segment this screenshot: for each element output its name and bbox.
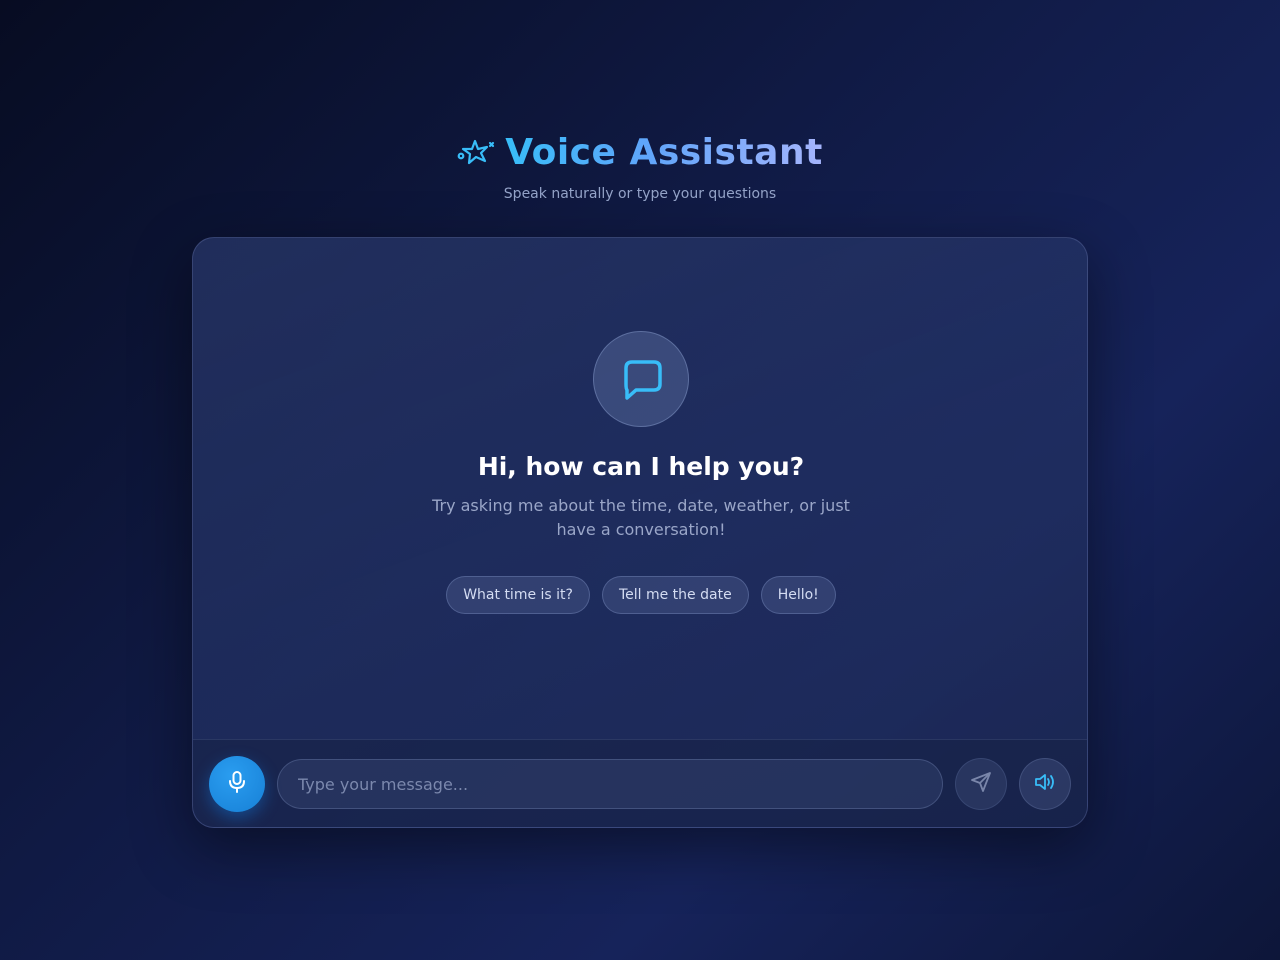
page-subtitle: Speak naturally or type your questions — [503, 186, 777, 202]
suggestion-chip-date[interactable]: Tell me the date — [601, 576, 749, 614]
microphone-button[interactable] — [209, 756, 265, 812]
message-input[interactable] — [277, 759, 943, 809]
input-bar — [193, 739, 1087, 827]
speaker-button[interactable] — [1019, 758, 1071, 810]
speaker-icon — [1034, 772, 1056, 796]
welcome-title: Hi, how can I help you? — [477, 452, 805, 481]
sparkle-icon — [457, 136, 495, 168]
page-title: Voice Assistant — [505, 131, 823, 173]
chat-bubble-icon — [593, 331, 689, 427]
suggestion-chip-time[interactable]: What time is it? — [446, 576, 590, 614]
send-icon — [970, 771, 992, 797]
welcome-text: Try asking me about the time, date, weat… — [432, 496, 850, 539]
app-header: Voice Assistant Speak naturally or type … — [0, 128, 1280, 202]
suggestion-chips: What time is it? Tell me the date Hello! — [193, 576, 1087, 614]
send-button[interactable] — [955, 758, 1007, 810]
microphone-icon — [226, 770, 248, 798]
chat-card: Hi, how can I help you? Try asking me ab… — [192, 237, 1088, 828]
suggestion-chip-hello[interactable]: Hello! — [760, 576, 836, 614]
title-row: Voice Assistant — [0, 128, 1280, 176]
welcome-panel: Hi, how can I help you? Try asking me ab… — [193, 238, 1087, 739]
